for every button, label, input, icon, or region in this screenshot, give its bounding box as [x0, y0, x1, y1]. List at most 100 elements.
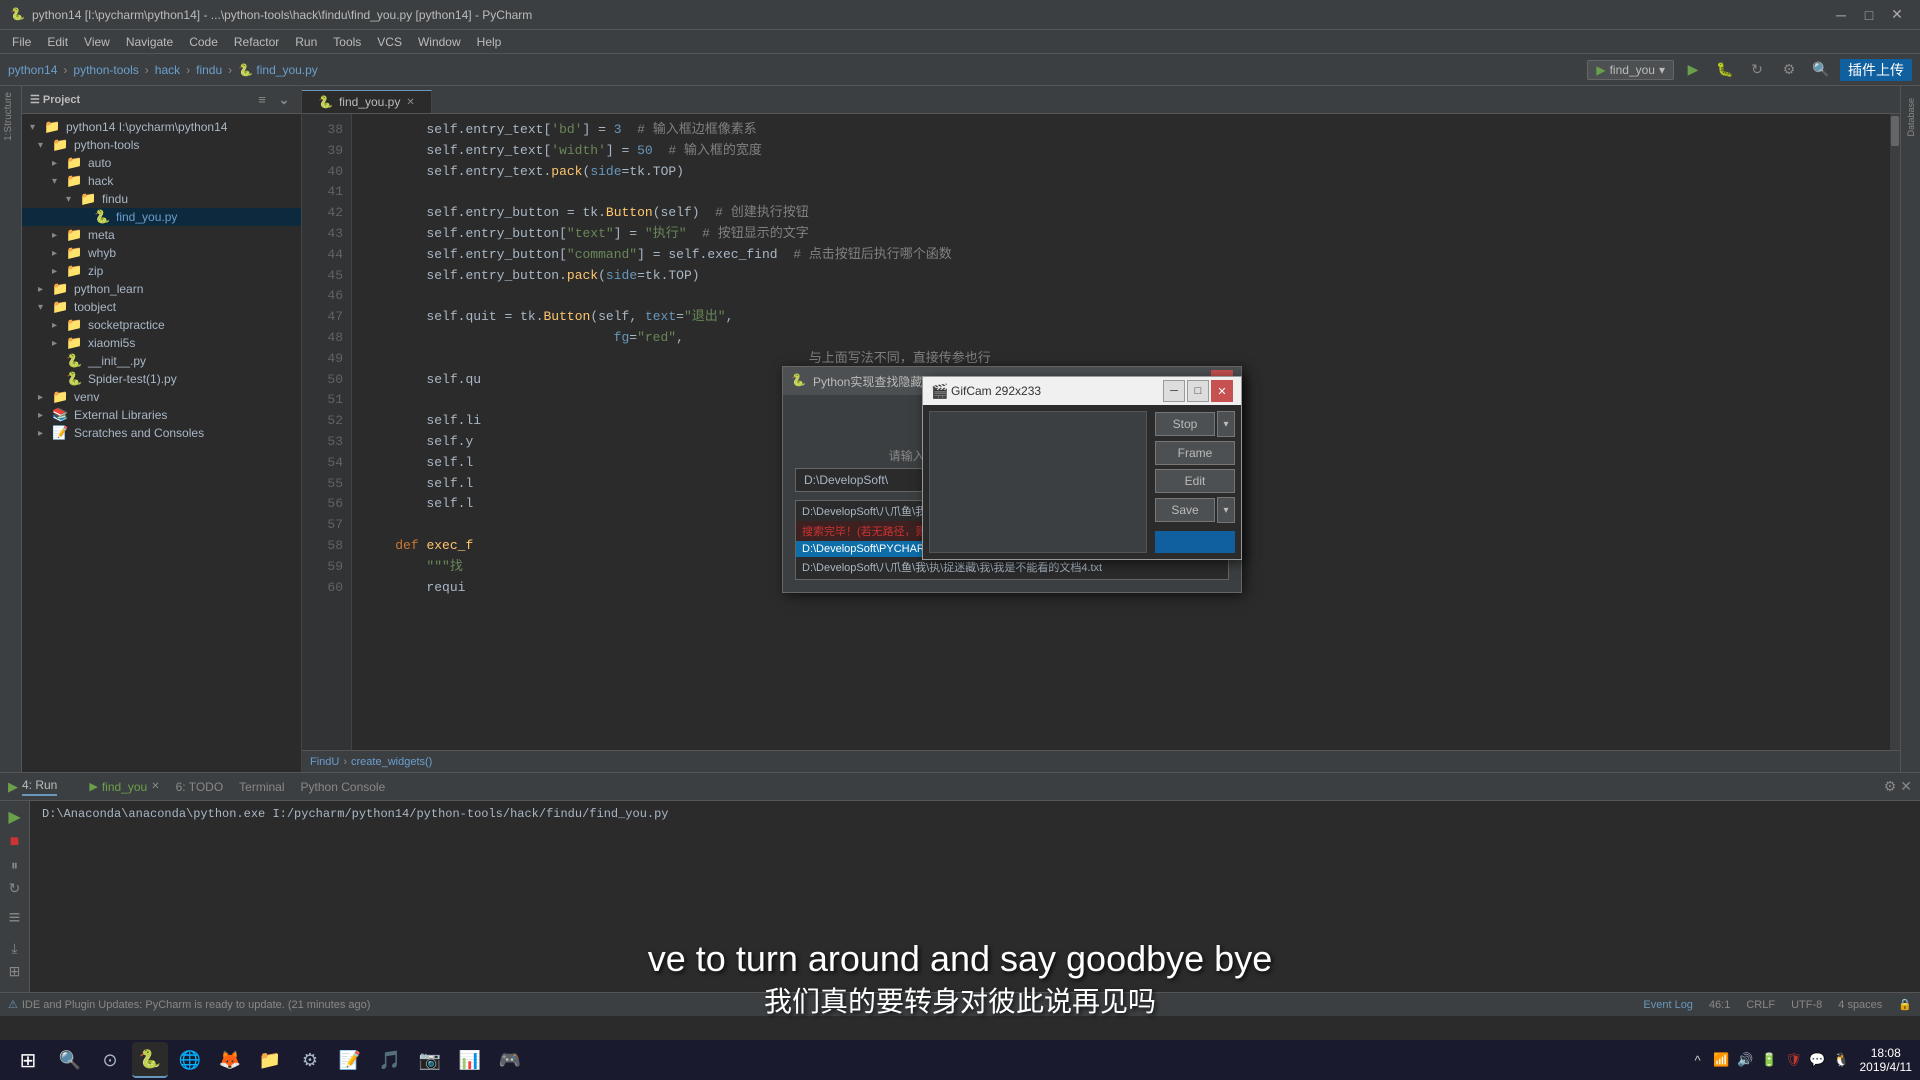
- run-close-icon[interactable]: ✕: [151, 781, 159, 792]
- tree-socketpractice[interactable]: ▸ 📁 socketpractice: [22, 316, 301, 334]
- panel-settings-icon[interactable]: ⚙: [1884, 778, 1897, 795]
- tree-python-learn[interactable]: ▸ 📁 python_learn: [22, 280, 301, 298]
- breadcrumb-project[interactable]: python14: [8, 63, 57, 77]
- gifcam-minimize[interactable]: ─: [1163, 380, 1185, 402]
- gifcam-stop-dropdown[interactable]: ▾: [1217, 411, 1235, 437]
- tray-battery[interactable]: 🔋: [1760, 1050, 1780, 1070]
- tree-hack[interactable]: ▾ 📁 hack: [22, 172, 301, 190]
- menu-run[interactable]: Run: [287, 33, 325, 51]
- editor-scrollbar[interactable]: [1890, 114, 1900, 750]
- upload-button[interactable]: 插件上传: [1840, 59, 1912, 81]
- menu-window[interactable]: Window: [410, 33, 469, 51]
- tree-findu[interactable]: ▾ 📁 findu: [22, 190, 301, 208]
- taskbar-cortana[interactable]: ⊙: [92, 1042, 128, 1078]
- taskbar-browser1[interactable]: 🌐: [172, 1042, 208, 1078]
- tree-auto[interactable]: ▸ 📁 auto: [22, 154, 301, 172]
- menu-navigate[interactable]: Navigate: [118, 33, 181, 51]
- tray-qq[interactable]: 🐧: [1832, 1050, 1852, 1070]
- tray-volume[interactable]: 🔊: [1736, 1050, 1756, 1070]
- menu-refactor[interactable]: Refactor: [226, 33, 287, 51]
- gifcam-close[interactable]: ✕: [1211, 380, 1233, 402]
- tree-spider-test[interactable]: 🐍 Spider-test(1).py: [22, 370, 301, 388]
- panel-expand-icon[interactable]: ⌄: [275, 91, 293, 109]
- menu-file[interactable]: File: [4, 33, 39, 51]
- taskbar-app6[interactable]: 📊: [452, 1042, 488, 1078]
- status-update-text[interactable]: IDE and Plugin Updates: PyCharm is ready…: [22, 999, 371, 1011]
- run-tree-icon[interactable]: ⊞: [9, 963, 21, 980]
- tab-close-icon[interactable]: ✕: [406, 97, 414, 108]
- gifcam-dialog[interactable]: 🎬 GifCam 292x233 ─ □ ✕ Stop ▾: [922, 376, 1242, 560]
- todo-tab[interactable]: 6: TODO: [176, 776, 224, 798]
- tree-find-you-py[interactable]: 🐍 find_you.py: [22, 208, 301, 226]
- minimize-button[interactable]: ─: [1828, 5, 1854, 25]
- run-scroll-end-icon[interactable]: ⤓: [11, 940, 17, 957]
- maximize-button[interactable]: □: [1856, 5, 1882, 25]
- run-instance-label[interactable]: find_you: [102, 780, 147, 794]
- run-list-icon[interactable]: ≡: [9, 907, 21, 930]
- tree-xiaomi5s[interactable]: ▸ 📁 xiaomi5s: [22, 334, 301, 352]
- database-label[interactable]: Database: [1906, 98, 1916, 137]
- tree-scratches[interactable]: ▸ 📝 Scratches and Consoles: [22, 424, 301, 442]
- panel-close-icon[interactable]: ✕: [1900, 778, 1912, 795]
- search-button[interactable]: 🔍: [1808, 59, 1834, 81]
- run-pause-icon[interactable]: ⏸: [11, 857, 18, 874]
- panel-settings-icon[interactable]: ≡: [253, 91, 271, 109]
- tray-wechat[interactable]: 💬: [1808, 1050, 1828, 1070]
- taskbar-app3[interactable]: 📝: [332, 1042, 368, 1078]
- tree-root[interactable]: ▾ 📁 python14 I:\pycharm\python14: [22, 118, 301, 136]
- menu-view[interactable]: View: [76, 33, 118, 51]
- refresh-button[interactable]: ↻: [1744, 59, 1770, 81]
- listbox-item-4[interactable]: D:\DevelopSoft\八爪鱼\我\玩\捉迷藏\我\我是小H视频3.mp4: [796, 577, 1228, 580]
- tree-whyb[interactable]: ▸ 📁 whyb: [22, 244, 301, 262]
- tree-init-py[interactable]: 🐍 __init__.py: [22, 352, 301, 370]
- editor-tab-find-you[interactable]: 🐍 find_you.py ✕: [302, 90, 432, 113]
- gifcam-maximize[interactable]: □: [1187, 380, 1209, 402]
- breadcrumb-file[interactable]: 🐍 find_you.py: [238, 63, 318, 77]
- vtab-structure[interactable]: 1:Structure: [0, 86, 21, 147]
- menu-code[interactable]: Code: [181, 33, 226, 51]
- gifcam-stop-button[interactable]: Stop: [1155, 412, 1215, 436]
- settings-button[interactable]: ⚙: [1776, 59, 1802, 81]
- run-rerun-icon[interactable]: ↻: [9, 880, 21, 897]
- taskbar-app1[interactable]: 📁: [252, 1042, 288, 1078]
- tree-toobject[interactable]: ▾ 📁 toobject: [22, 298, 301, 316]
- breadcrumb-tools[interactable]: python-tools: [73, 63, 138, 77]
- gifcam-frame-button[interactable]: Frame: [1155, 441, 1235, 465]
- close-button[interactable]: ✕: [1884, 5, 1910, 25]
- clock[interactable]: 18:08 2019/4/11: [1860, 1046, 1913, 1074]
- run-button[interactable]: ▶: [1680, 59, 1706, 81]
- debug-button[interactable]: 🐛: [1712, 59, 1738, 81]
- gifcam-save-dropdown[interactable]: ▾: [1217, 497, 1235, 523]
- run-tab-label[interactable]: 4: Run: [22, 778, 57, 796]
- tree-zip[interactable]: ▸ 📁 zip: [22, 262, 301, 280]
- breadcrumb-findu[interactable]: findu: [196, 63, 222, 77]
- menu-edit[interactable]: Edit: [39, 33, 76, 51]
- terminal-tab[interactable]: Terminal: [239, 776, 284, 798]
- gifcam-edit-button[interactable]: Edit: [1155, 469, 1235, 493]
- breadcrumb-hack[interactable]: hack: [155, 63, 180, 77]
- taskbar-search[interactable]: 🔍: [52, 1042, 88, 1078]
- taskbar-app2[interactable]: ⚙: [292, 1042, 328, 1078]
- taskbar-app5[interactable]: 📷: [412, 1042, 448, 1078]
- tray-antivirus[interactable]: 🛡: [1784, 1050, 1804, 1070]
- listbox-item-3[interactable]: D:\DevelopSoft\八爪鱼\我\执\捉迷藏\我\我是不能看的文档4.t…: [796, 557, 1228, 577]
- tree-meta[interactable]: ▸ 📁 meta: [22, 226, 301, 244]
- tray-network[interactable]: 📶: [1712, 1050, 1732, 1070]
- gifcam-save-button[interactable]: Save: [1155, 498, 1215, 522]
- python-console-tab[interactable]: Python Console: [301, 776, 386, 798]
- run-play-icon[interactable]: ▶: [8, 807, 20, 827]
- tree-external-libs[interactable]: ▸ 📚 External Libraries: [22, 406, 301, 424]
- menu-vcs[interactable]: VCS: [369, 33, 410, 51]
- taskbar-app4[interactable]: 🎵: [372, 1042, 408, 1078]
- status-event-log[interactable]: Event Log: [1643, 999, 1693, 1011]
- tree-venv[interactable]: ▸ 📁 venv: [22, 388, 301, 406]
- taskbar-pycharm[interactable]: 🐍: [132, 1042, 168, 1078]
- menu-help[interactable]: Help: [469, 33, 510, 51]
- menu-tools[interactable]: Tools: [325, 33, 369, 51]
- start-button[interactable]: ⊞: [8, 1041, 48, 1079]
- run-stop-icon[interactable]: ■: [10, 833, 20, 851]
- taskbar-app7[interactable]: 🎮: [492, 1042, 528, 1078]
- tree-python-tools[interactable]: ▾ 📁 python-tools: [22, 136, 301, 154]
- tray-expand[interactable]: ^: [1688, 1050, 1708, 1070]
- taskbar-browser2[interactable]: 🦊: [212, 1042, 248, 1078]
